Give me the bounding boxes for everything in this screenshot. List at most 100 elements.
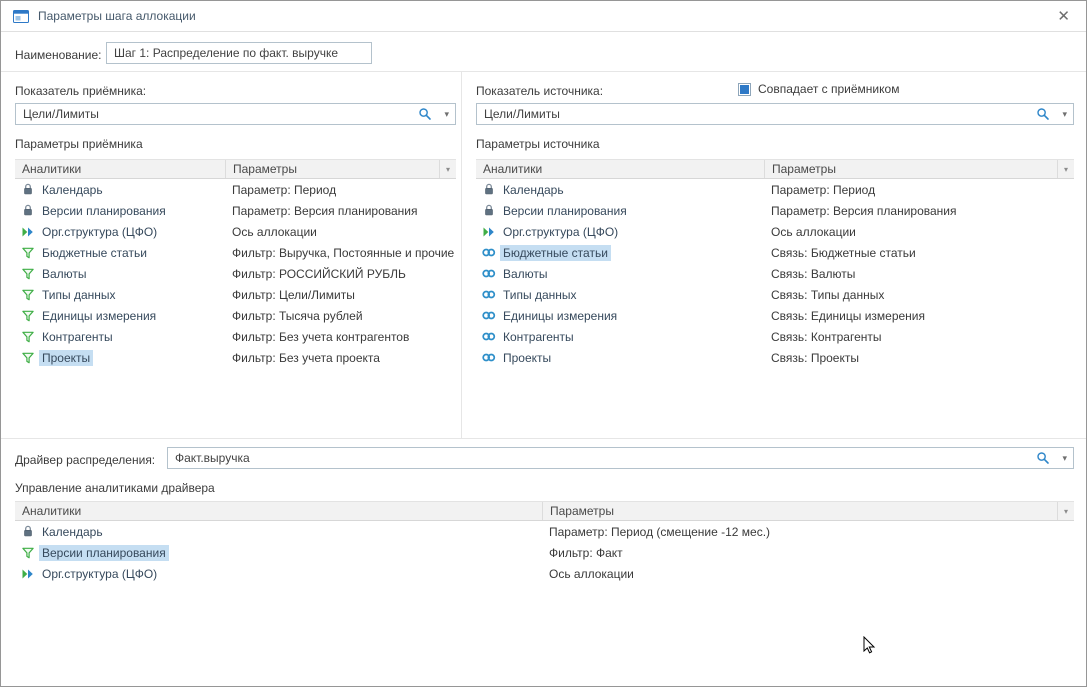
receiver-section-title: Параметры приёмника: [15, 137, 143, 151]
table-row[interactable]: Единицы измерения Фильтр: Тысяча рублей: [15, 305, 456, 326]
close-button[interactable]: ✕: [1053, 7, 1074, 26]
row-parameter: Ось аллокации: [764, 225, 1074, 239]
table-row[interactable]: Проекты Фильтр: Без учета проекта: [15, 347, 456, 368]
table-row[interactable]: Версии планирования Параметр: Версия пла…: [476, 200, 1074, 221]
driver-section-title: Управление аналитиками драйвера: [15, 481, 215, 495]
table-row[interactable]: Бюджетные статьи Фильтр: Выручка, Постоя…: [15, 242, 456, 263]
link-icon: [481, 288, 496, 301]
analytics-cell: Типы данных: [476, 287, 764, 303]
row-label: Бюджетные статьи: [500, 245, 611, 261]
search-icon[interactable]: [418, 107, 432, 121]
row-parameter: Фильтр: Без учета проекта: [225, 351, 456, 365]
analytics-cell: Единицы измерения: [15, 308, 225, 324]
table-row[interactable]: Календарь Параметр: Период: [476, 179, 1074, 200]
lock-icon: [20, 183, 35, 196]
title-bar: Параметры шага аллокации ✕: [1, 1, 1086, 32]
filter-icon: [20, 546, 35, 559]
analytics-cell: Версии планирования: [476, 203, 764, 219]
table-row[interactable]: Календарь Параметр: Период (смещение -12…: [15, 521, 1074, 542]
table-row[interactable]: Единицы измерения Связь: Единицы измерен…: [476, 305, 1074, 326]
receiver-indicator-input[interactable]: [16, 104, 455, 124]
row-parameter: Связь: Валюты: [764, 267, 1074, 281]
table-row[interactable]: Валюты Связь: Валюты: [476, 263, 1074, 284]
row-parameter: Фильтр: Тысяча рублей: [225, 309, 456, 323]
table-row[interactable]: Контрагенты Связь: Контрагенты: [476, 326, 1074, 347]
column-header-analytics: Аналитики: [15, 160, 225, 178]
table-row[interactable]: Контрагенты Фильтр: Без учета контрагент…: [15, 326, 456, 347]
receiver-table-header: Аналитики Параметры ▾: [15, 159, 456, 179]
source-indicator-input[interactable]: [477, 104, 1073, 124]
driver-input[interactable]: [168, 448, 1073, 468]
analytics-cell: Контрагенты: [15, 329, 225, 345]
filter-icon: [20, 267, 35, 280]
column-options-button[interactable]: ▾: [1057, 160, 1074, 178]
row-parameter: Связь: Типы данных: [764, 288, 1074, 302]
match-receiver-checkbox[interactable]: [738, 83, 751, 96]
analytics-cell: Проекты: [15, 350, 225, 366]
analytics-cell: Валюты: [15, 266, 225, 282]
row-parameter: Фильтр: Цели/Лимиты: [225, 288, 456, 302]
table-row[interactable]: Типы данных Фильтр: Цели/Лимиты: [15, 284, 456, 305]
source-section-title: Параметры источника: [476, 137, 600, 151]
filter-icon: [20, 351, 35, 364]
table-row[interactable]: Валюты Фильтр: РОССИЙСКИЙ РУБЛЬ: [15, 263, 456, 284]
analytics-cell: Версии планирования: [15, 545, 542, 561]
table-row[interactable]: Орг.структура (ЦФО) Ось аллокации: [15, 221, 456, 242]
row-label: Валюты: [39, 266, 90, 282]
row-parameter: Связь: Контрагенты: [764, 330, 1074, 344]
search-icon[interactable]: [1036, 107, 1050, 121]
match-receiver-checkbox-group: Совпадает с приёмником: [738, 82, 899, 96]
table-row[interactable]: Календарь Параметр: Период: [15, 179, 456, 200]
analytics-cell: Орг.структура (ЦФО): [15, 566, 542, 582]
row-parameter: Связь: Единицы измерения: [764, 309, 1074, 323]
table-row[interactable]: Проекты Связь: Проекты: [476, 347, 1074, 368]
name-input[interactable]: [107, 43, 371, 63]
source-table-body: Календарь Параметр: Период Версии планир…: [476, 179, 1074, 368]
source-label: Показатель источника:: [476, 84, 603, 98]
receiver-field-box: ▾: [15, 103, 456, 125]
row-label: Версии планирования: [39, 545, 169, 561]
table-row[interactable]: Типы данных Связь: Типы данных: [476, 284, 1074, 305]
analytics-cell: Контрагенты: [476, 329, 764, 345]
table-row[interactable]: Версии планирования Фильтр: Факт: [15, 542, 1074, 563]
chevron-down-icon[interactable]: ▾: [1062, 107, 1067, 121]
search-icon[interactable]: [1036, 451, 1050, 465]
analytics-cell: Бюджетные статьи: [476, 245, 764, 261]
column-options-button[interactable]: ▾: [1057, 502, 1074, 520]
row-label: Контрагенты: [39, 329, 116, 345]
table-row[interactable]: Версии планирования Параметр: Версия пла…: [15, 200, 456, 221]
row-parameter: Фильтр: Без учета контрагентов: [225, 330, 456, 344]
receiver-table-body: Календарь Параметр: Период Версии планир…: [15, 179, 456, 368]
column-header-analytics: Аналитики: [15, 502, 542, 520]
row-label: Типы данных: [39, 287, 119, 303]
axis-icon: [20, 225, 35, 238]
analytics-cell: Версии планирования: [15, 203, 225, 219]
name-label: Наименование:: [15, 48, 102, 62]
filter-icon: [20, 309, 35, 322]
driver-table-body: Календарь Параметр: Период (смещение -12…: [15, 521, 1074, 584]
lock-icon: [481, 183, 496, 196]
table-row[interactable]: Бюджетные статьи Связь: Бюджетные статьи: [476, 242, 1074, 263]
chevron-down-icon[interactable]: ▾: [444, 107, 449, 121]
axis-icon: [481, 225, 496, 238]
row-label: Валюты: [500, 266, 551, 282]
name-field-box: [106, 42, 372, 64]
page-title: Параметры шага аллокации: [38, 9, 196, 23]
analytics-cell: Календарь: [476, 182, 764, 198]
column-options-button[interactable]: ▾: [439, 160, 456, 178]
axis-icon: [20, 567, 35, 580]
table-row[interactable]: Орг.структура (ЦФО) Ось аллокации: [15, 563, 1074, 584]
row-parameter: Параметр: Версия планирования: [225, 204, 456, 218]
link-icon: [481, 330, 496, 343]
row-label: Проекты: [39, 350, 93, 366]
source-table: Аналитики Параметры ▾ Календарь: [476, 159, 1074, 368]
row-parameter: Параметр: Период: [225, 183, 456, 197]
driver-table-header: Аналитики Параметры ▾: [15, 501, 1074, 521]
row-parameter: Фильтр: Факт: [542, 546, 1074, 560]
analytics-cell: Календарь: [15, 182, 225, 198]
chevron-down-icon[interactable]: ▾: [1062, 451, 1067, 465]
separator-horizontal-bottom: [1, 438, 1086, 439]
table-row[interactable]: Орг.структура (ЦФО) Ось аллокации: [476, 221, 1074, 242]
link-icon: [481, 246, 496, 259]
receiver-table: Аналитики Параметры ▾ Календарь: [15, 159, 456, 368]
